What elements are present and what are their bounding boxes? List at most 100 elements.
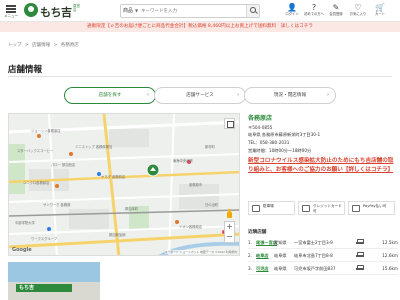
map-label: ユニクロ各務原店 xyxy=(23,181,50,185)
question-icon: ? xyxy=(311,3,317,12)
chevron-right-icon: › xyxy=(237,92,239,98)
covid-notice-text: 新型コロナウイルス感染拡大防止のためにもち吉店舗の取り組みと、お客様へのご協力の… xyxy=(248,158,394,173)
nearby-store-address: 一宮市富士2丁目3-9 xyxy=(294,240,333,245)
parking-icon xyxy=(252,205,260,212)
user-icon: 👤 xyxy=(287,3,297,12)
tab-find-store[interactable]: 店舗を探す › xyxy=(64,87,156,104)
search-input[interactable] xyxy=(141,6,245,16)
nearby-store-address: 岐阜市北島7丁目8-8 xyxy=(294,253,333,258)
breadcrumb-separator: > xyxy=(53,43,58,48)
service-parking: 駐車場 xyxy=(248,201,295,215)
hamburger-icon xyxy=(6,5,16,7)
breadcrumb-separator: > xyxy=(24,43,29,48)
tab-store-service-label: 店舗サービス xyxy=(186,93,214,98)
hamburger-icon-bar xyxy=(6,11,16,13)
nearby-stores-title: 近隣店舗 xyxy=(248,230,267,235)
login-link[interactable]: 👤 ログイン xyxy=(282,3,302,21)
login-label: ログイン xyxy=(285,12,299,16)
registration-label: 会員登録 xyxy=(329,12,343,16)
nearby-store-number: 1. xyxy=(248,240,252,245)
nearby-store-name-link[interactable]: 岐阜店 xyxy=(256,253,269,259)
car-icon xyxy=(356,239,364,245)
map-label: ミニストップ 各務原那加 xyxy=(75,145,113,149)
favorites-link[interactable]: ♡ お気に入り xyxy=(348,3,368,21)
map-label: サンワーク 各務原 xyxy=(43,203,71,207)
logo-mark-icon xyxy=(24,3,38,17)
search-icon[interactable] xyxy=(246,5,259,17)
page-title: 店舗情報 xyxy=(8,65,43,75)
tab-store-service[interactable]: 店舗サービス › xyxy=(154,87,246,104)
breadcrumb: トップ > 店舗情報 > 各務原店 xyxy=(8,42,81,48)
store-name: 各務原店 xyxy=(248,115,273,122)
nearby-store-distance: 15.6km xyxy=(382,266,398,271)
search-category-select[interactable]: 商品 xyxy=(123,7,133,14)
tab-closing-info[interactable]: 現況・閉店情報 › xyxy=(244,87,336,104)
map-label: 日の出町 xyxy=(205,203,219,207)
chevron-down-icon: ▼ xyxy=(135,8,139,13)
car-icon xyxy=(356,265,364,271)
nearby-store-distance: 12.5km xyxy=(382,240,398,245)
first-guide-label: 初めての方へ xyxy=(304,12,324,16)
covid-notice-link[interactable]: 新型コロナウイルス感染拡大防止のためにもち吉店舗の取り組みと、お客様へのご協力の… xyxy=(248,157,398,174)
nearby-store-prefecture: 岐阜県 xyxy=(274,253,287,258)
paypay-icon xyxy=(352,205,360,212)
map-label: ジョーシン各務原店 xyxy=(31,129,61,133)
service-paypay: PayPay払い可 xyxy=(348,201,395,215)
breadcrumb-store-info[interactable]: 店舗情報 xyxy=(32,43,50,48)
registration-link[interactable]: ✎ 会員登録 xyxy=(326,3,346,21)
shipping-notice[interactable]: 通販限定【ｅ吉のお届け便ごとに商品代金合計】税込価格 8,460円以上お買上げで… xyxy=(0,22,400,32)
logo-text: もち吉 xyxy=(40,6,72,19)
site-logo[interactable]: もち吉 直営店 xyxy=(24,3,82,19)
nearby-store-name-link[interactable]: 可児店 xyxy=(256,266,269,272)
google-logo: Google xyxy=(12,247,32,253)
breadcrumb-current: 各務原店 xyxy=(60,43,79,48)
store-zip: 〒504-0855 xyxy=(248,125,273,130)
store-hours: 営業時間：10時00分～18時00分 xyxy=(248,148,312,153)
first-guide-link[interactable]: ? 初めての方へ xyxy=(304,3,324,21)
fullscreen-button[interactable] xyxy=(224,118,235,129)
tab-closing-info-label: 現況・閉店情報 xyxy=(273,93,307,98)
nearby-store-row: 2. 岐阜店 岐阜県 岐阜市北島7丁目8-8 12.6km xyxy=(248,250,398,262)
nearby-store-prefecture: 愛知県 xyxy=(274,240,287,245)
nearby-store-distance: 12.6km xyxy=(382,253,398,258)
breadcrumb-top[interactable]: トップ xyxy=(8,43,22,48)
hamburger-icon-bar xyxy=(6,8,16,10)
map-label: スターバックスコーヒー xyxy=(17,149,54,153)
store-tel[interactable]: TEL：058-380-2031 xyxy=(248,140,289,146)
pencil-icon: ✎ xyxy=(332,3,340,12)
logo-small-text: 直営店 xyxy=(73,4,80,12)
store-sign-text: もち吉 xyxy=(19,285,35,291)
menu-button[interactable]: メニュー xyxy=(2,2,20,20)
map-label: イオン各務原店 xyxy=(179,225,203,229)
site-header: メニュー もち吉 直営店 商品 ▼ 👤 ログイン ? 初めての方へ ✎ 会員登録… xyxy=(0,0,400,22)
map-label: 那加本町 xyxy=(125,207,139,211)
street-view-pegman-icon[interactable] xyxy=(226,209,233,219)
heart-icon: ♡ xyxy=(354,3,362,12)
cart-label: カート xyxy=(375,12,385,16)
map-label: 東海中央病院 xyxy=(173,159,193,163)
map-label: 新村町 xyxy=(205,145,215,149)
map-label: パロー 那加西店 xyxy=(51,163,76,167)
cart-link[interactable]: 🛒 カート xyxy=(370,3,390,21)
menu-label: メニュー xyxy=(4,14,18,18)
map-label: ヤマダ 各務原店 xyxy=(101,175,126,179)
nearby-store-number: 2. xyxy=(248,253,252,258)
store-map[interactable]: ジョーシン各務原店 スターバックスコーヒー ミニストップ 各務原那加 パロー 那… xyxy=(8,113,240,256)
service-label: クレジットカード可 xyxy=(313,204,342,213)
chevron-right-icon: › xyxy=(327,92,329,98)
store-sign: もち吉 xyxy=(16,284,72,292)
zoom-control[interactable]: + − xyxy=(224,221,235,243)
map-attribution[interactable]: キーボード ショートカット 地図データ ©2022 利用規約 xyxy=(164,250,237,254)
store-photo: もち吉 xyxy=(8,262,100,300)
service-credit-card: クレジットカード可 xyxy=(298,201,345,215)
store-address: 岐阜県 各務原市蘇原新栄町3丁目30-1 xyxy=(248,132,321,137)
search-bar: 商品 ▼ xyxy=(120,4,260,18)
nearby-store-number: 3. xyxy=(248,266,252,271)
map-label: 中部学院大学 xyxy=(15,221,35,225)
tab-find-store-label: 店舗を探す xyxy=(98,93,122,98)
title-divider xyxy=(8,76,392,77)
map-label: 各務原市 xyxy=(189,183,203,187)
nearby-store-prefecture: 岐阜県 xyxy=(274,266,287,271)
credit-card-icon xyxy=(302,205,310,212)
service-label: 駐車場 xyxy=(263,204,274,208)
